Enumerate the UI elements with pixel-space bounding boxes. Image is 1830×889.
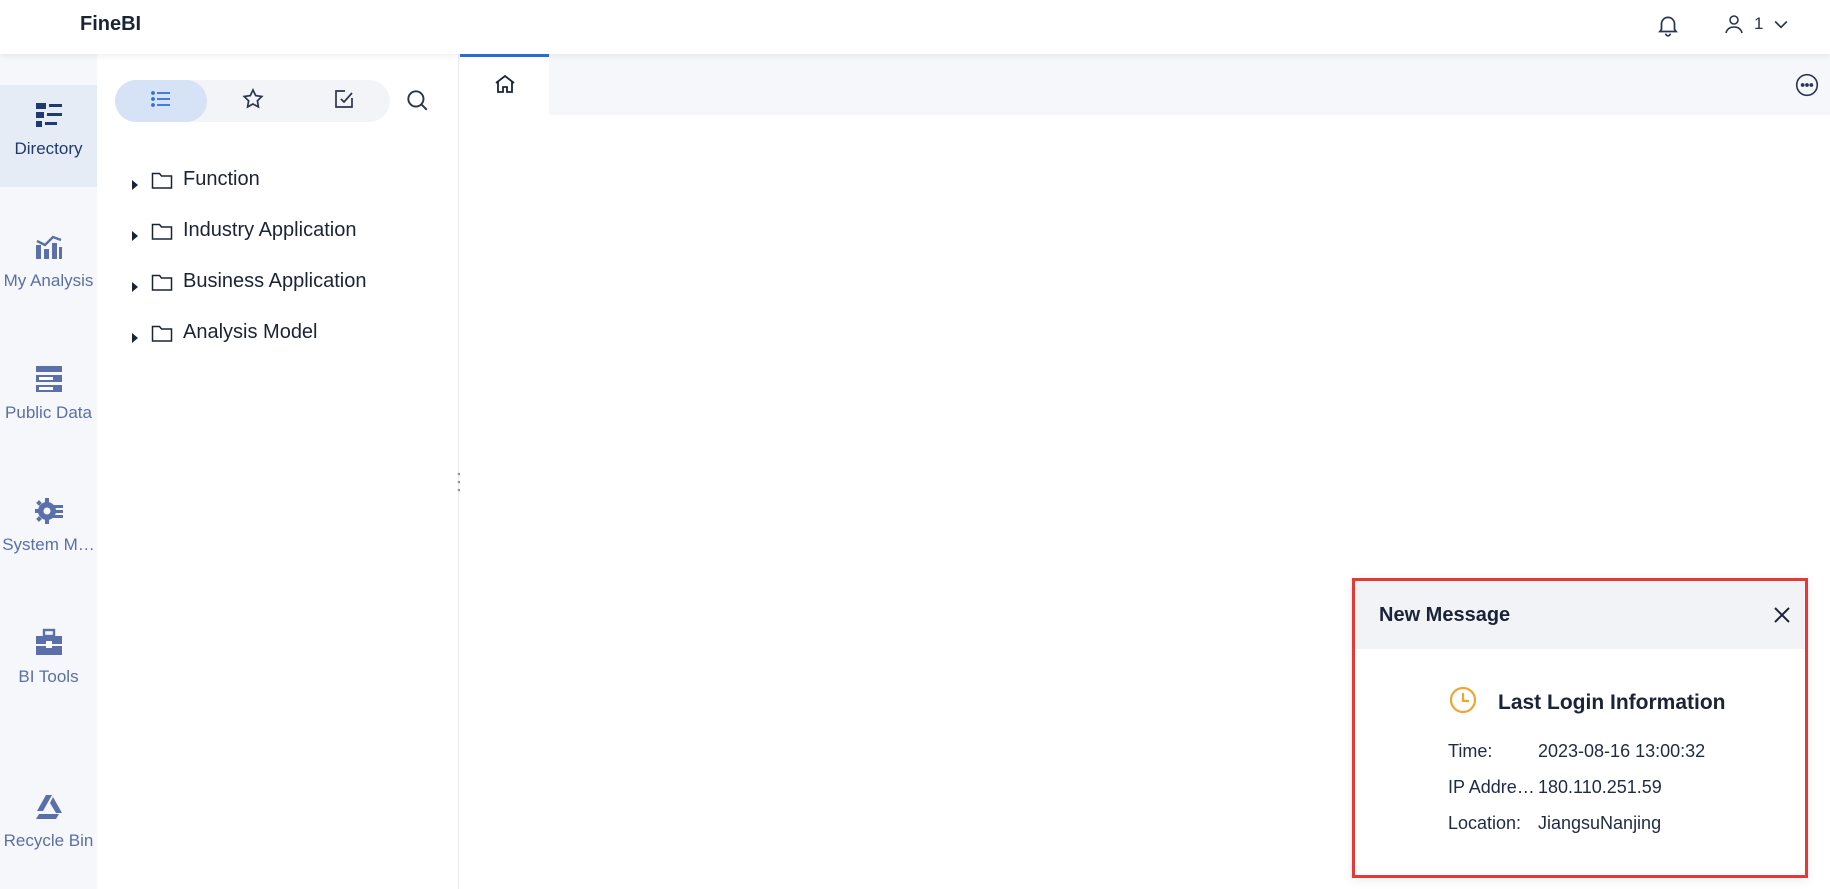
- public-data-icon: [33, 363, 65, 395]
- tree-item-label: Function: [183, 168, 260, 190]
- nav-item-system-management[interactable]: System M…: [0, 481, 97, 583]
- directory-tree: Function Industry Application Business A…: [97, 154, 459, 358]
- brand-logo: FineBI: [80, 13, 142, 35]
- popup-title: New Message: [1379, 604, 1511, 626]
- info-row-location: Location: JiangsuNanjing: [1448, 813, 1661, 834]
- folder-icon: [151, 170, 173, 190]
- nav-label: Public Data: [5, 403, 92, 422]
- bi-tools-icon: [33, 627, 65, 659]
- tree-item-analysis-model[interactable]: Analysis Model: [97, 307, 459, 358]
- nav-item-public-data[interactable]: Public Data: [0, 349, 97, 451]
- left-nav: Directory My Analysis Public Data System…: [0, 54, 97, 889]
- directory-icon: [33, 99, 65, 131]
- clock-icon: [1448, 685, 1498, 720]
- info-row-time: Time: 2023-08-16 13:00:32: [1448, 741, 1705, 762]
- login-info-heading: Last Login Information: [1448, 685, 1725, 720]
- caret-right-icon[interactable]: [129, 225, 141, 241]
- user-menu[interactable]: 1: [1722, 12, 1791, 36]
- view-switcher: [115, 80, 390, 122]
- info-key: IP Addre…: [1448, 777, 1535, 797]
- my-analysis-icon: [33, 231, 65, 263]
- list-icon: [149, 87, 173, 116]
- favorites-button[interactable]: [207, 80, 299, 122]
- created-by-me-button[interactable]: [298, 80, 390, 122]
- tree-item-label: Industry Application: [183, 219, 357, 241]
- nav-label: My Analysis: [3, 271, 94, 290]
- notification-bell-icon[interactable]: [1655, 12, 1681, 38]
- tree-item-label: Business Application: [183, 270, 367, 292]
- close-icon[interactable]: [1773, 606, 1791, 624]
- system-management-icon: [33, 495, 65, 527]
- folder-icon: [151, 272, 173, 292]
- info-value: 2023-08-16 13:00:32: [1538, 741, 1706, 761]
- search-icon[interactable]: [404, 87, 432, 115]
- info-value: JiangsuNanjing: [1538, 813, 1662, 833]
- caret-right-icon[interactable]: [129, 327, 141, 343]
- folder-icon: [151, 323, 173, 343]
- tree-item-industry-application[interactable]: Industry Application: [97, 205, 459, 256]
- caret-right-icon[interactable]: [129, 174, 141, 190]
- recycle-bin-icon: [33, 791, 65, 823]
- top-bar: FineBI 1: [0, 0, 1830, 54]
- tree-item-business-application[interactable]: Business Application: [97, 256, 459, 307]
- nav-item-directory[interactable]: Directory: [0, 85, 97, 187]
- home-icon: [493, 72, 517, 101]
- folder-icon: [151, 221, 173, 241]
- nav-item-recycle-bin[interactable]: Recycle Bin: [0, 777, 97, 879]
- info-row-ip-address: IP Addre… 180.110.251.59: [1448, 777, 1662, 798]
- nav-label: BI Tools: [18, 667, 79, 686]
- more-options-icon[interactable]: [1794, 72, 1820, 98]
- nav-item-bi-tools[interactable]: BI Tools: [0, 613, 97, 715]
- directory-panel: Function Industry Application Business A…: [97, 54, 459, 889]
- nav-item-my-analysis[interactable]: My Analysis: [0, 217, 97, 319]
- user-name: 1: [1754, 14, 1764, 33]
- info-key: Location:: [1448, 813, 1522, 833]
- info-key: Time:: [1448, 741, 1493, 761]
- nav-label: System M…: [2, 535, 95, 554]
- caret-right-icon[interactable]: [129, 276, 141, 292]
- tree-item-function[interactable]: Function: [97, 154, 459, 205]
- nav-label: Recycle Bin: [3, 831, 94, 850]
- tree-item-label: Analysis Model: [183, 321, 318, 343]
- tab-home[interactable]: [460, 54, 549, 115]
- edit-box-icon: [332, 87, 356, 116]
- info-value: 180.110.251.59: [1538, 777, 1662, 797]
- popup-header: New Message: [1355, 581, 1805, 649]
- nav-label: Directory: [14, 139, 83, 158]
- star-icon: [241, 87, 265, 116]
- new-message-popup: New Message Last Login Information Time:…: [1352, 578, 1808, 878]
- user-icon: [1722, 12, 1746, 36]
- login-info-title: Last Login Information: [1498, 690, 1726, 714]
- chevron-down-icon: [1771, 14, 1791, 34]
- list-view-button[interactable]: [115, 80, 207, 122]
- tab-strip: [460, 54, 1830, 115]
